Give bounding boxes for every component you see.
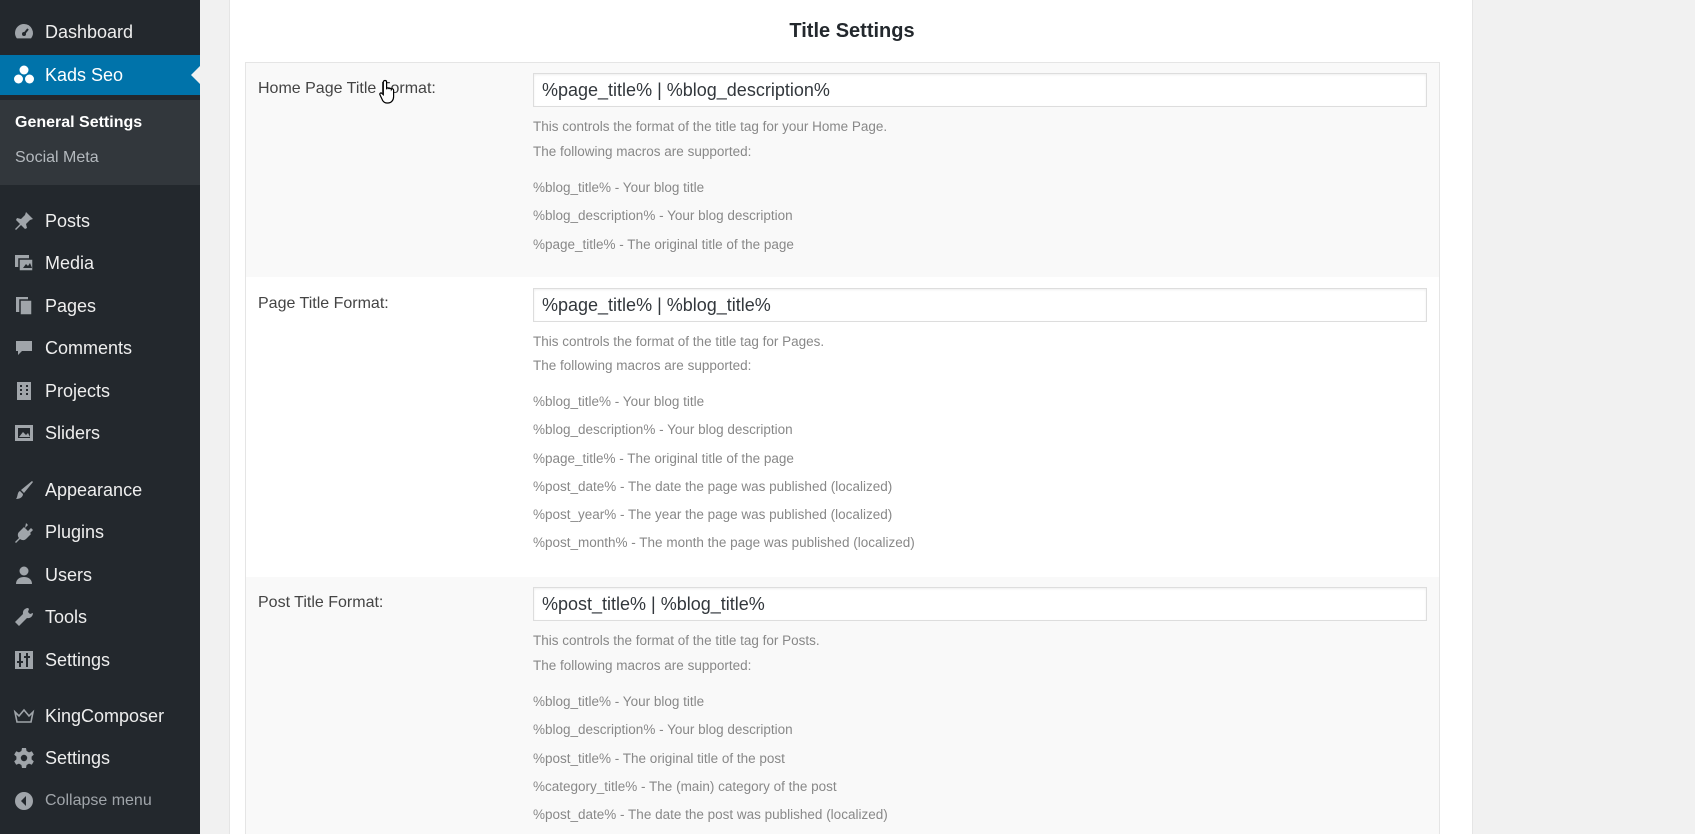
- settings-row-home-page: Home Page Title Format: This controls th…: [246, 63, 1439, 277]
- gear-icon: [12, 746, 36, 770]
- macro-item: %post_month% - The month the page was pu…: [533, 535, 915, 550]
- title-settings-panel: Title Settings Home Page Title Format: T…: [229, 0, 1473, 834]
- user-icon: [12, 563, 36, 587]
- macro-item: %category_title% - The (main) category o…: [533, 779, 837, 794]
- macro-item: %blog_title% - Your blog title: [533, 180, 705, 195]
- macro-item: %post_date% - The date the page was publ…: [533, 479, 893, 494]
- macro-item: %blog_description% - Your blog descripti…: [533, 208, 793, 223]
- menu-dashboard[interactable]: Dashboard: [0, 12, 200, 52]
- macro-item: %blog_title% - Your blog title: [533, 694, 705, 709]
- page-title-format-input[interactable]: [533, 288, 1427, 322]
- menu-label: Media: [45, 252, 95, 273]
- settings-table: Home Page Title Format: This controls th…: [245, 62, 1440, 834]
- submenu-social-meta[interactable]: Social Meta: [15, 149, 99, 167]
- menu-appearance[interactable]: Appearance: [0, 470, 200, 510]
- menu-label: Settings: [45, 747, 111, 768]
- menu-pages[interactable]: Pages: [0, 286, 200, 326]
- wrench-icon: [12, 605, 36, 629]
- field-description: This controls the format of the title ta…: [533, 334, 825, 349]
- menu-label: Sliders: [45, 422, 101, 443]
- slides-icon: [12, 421, 36, 445]
- home-page-title-format-input[interactable]: [533, 73, 1427, 107]
- menu-label: Posts: [45, 210, 91, 231]
- menu-label: Collapse menu: [45, 792, 152, 809]
- menu-kads-seo[interactable]: Kads Seo: [0, 55, 200, 95]
- menu-label: Comments: [45, 337, 133, 358]
- menu-plugins[interactable]: Plugins: [0, 512, 200, 552]
- menu-kingcomposer[interactable]: KingComposer: [0, 696, 200, 736]
- menu-projects[interactable]: Projects: [0, 371, 200, 411]
- menu-settings[interactable]: Settings: [0, 640, 200, 680]
- collapse-icon: [12, 789, 36, 813]
- field-label: Page Title Format:: [258, 295, 389, 312]
- comment-icon: [12, 336, 36, 360]
- menu-label: Kads Seo: [45, 64, 124, 85]
- page-title: Title Settings: [789, 20, 915, 42]
- field-description: This controls the format of the title ta…: [533, 633, 820, 648]
- menu-label: Pages: [45, 295, 97, 316]
- brush-icon: [12, 478, 36, 502]
- macro-item: %post_date% - The date the post was publ…: [533, 807, 888, 822]
- plug-icon: [12, 520, 36, 544]
- building-icon: [12, 379, 36, 403]
- menu-tools[interactable]: Tools: [0, 597, 200, 637]
- macro-item: %blog_description% - Your blog descripti…: [533, 422, 793, 437]
- collapse-menu-button[interactable]: Collapse menu: [0, 781, 200, 821]
- macro-item: %blog_description% - Your blog descripti…: [533, 722, 793, 737]
- macros-intro: The following macros are supported:: [533, 358, 752, 373]
- post-title-format-input[interactable]: [533, 587, 1427, 621]
- pushpin-icon: [12, 209, 36, 233]
- sliders-icon: [12, 648, 36, 672]
- menu-posts[interactable]: Posts: [0, 201, 200, 241]
- macro-item: %page_title% - The original title of the…: [533, 237, 794, 252]
- field-description: This controls the format of the title ta…: [533, 119, 888, 134]
- dashboard-icon: [12, 20, 36, 44]
- macro-item: %post_title% - The original title of the…: [533, 751, 785, 766]
- macros-intro: The following macros are supported:: [533, 658, 752, 673]
- submenu-general-settings[interactable]: General Settings: [15, 114, 142, 132]
- menu-label: Plugins: [45, 521, 105, 542]
- menu-label: Appearance: [45, 479, 143, 500]
- media-icon: [12, 251, 36, 275]
- field-label: Home Page Title Format:: [258, 80, 436, 97]
- menu-settings-2[interactable]: Settings: [0, 738, 200, 778]
- field-label: Post Title Format:: [258, 594, 384, 611]
- menu-users[interactable]: Users: [0, 555, 200, 595]
- menu-media[interactable]: Media: [0, 243, 200, 283]
- pages-icon: [12, 294, 36, 318]
- settings-row-page: Page Title Format: This controls the for…: [246, 277, 1439, 577]
- menu-label: Projects: [45, 380, 111, 401]
- menu-label: Dashboard: [45, 21, 134, 42]
- menu-label: Settings: [45, 649, 111, 670]
- macro-item: %post_year% - The year the page was publ…: [533, 507, 893, 522]
- menu-label: KingComposer: [45, 705, 165, 726]
- macro-item: %page_title% - The original title of the…: [533, 451, 794, 466]
- macros-intro: The following macros are supported:: [533, 144, 752, 159]
- crown-icon: [12, 704, 36, 728]
- menu-sliders[interactable]: Sliders: [0, 413, 200, 453]
- menu-comments[interactable]: Comments: [0, 328, 200, 368]
- menu-label: Tools: [45, 606, 88, 627]
- kads-seo-icon: [12, 63, 36, 87]
- kads-seo-submenu: General Settings Social Meta: [0, 100, 200, 185]
- macro-item: %blog_title% - Your blog title: [533, 394, 705, 409]
- settings-row-post: Post Title Format: This controls the for…: [246, 577, 1439, 834]
- admin-sidebar: Dashboard Kads Seo General Settings Soci…: [0, 0, 200, 834]
- menu-label: Users: [45, 564, 93, 585]
- hand-cursor-icon: [379, 79, 395, 104]
